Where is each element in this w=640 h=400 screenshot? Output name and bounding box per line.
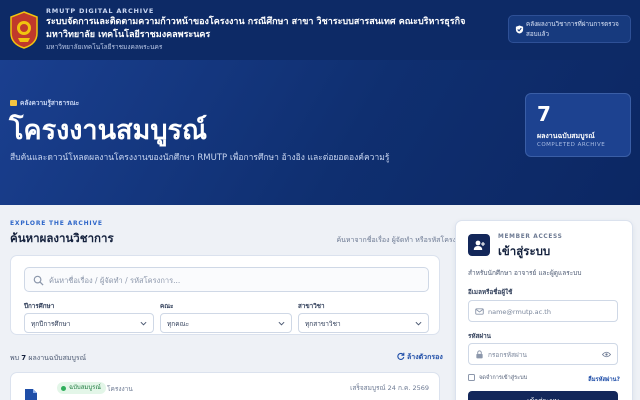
completed-count-label: ผลงานฉบับสมบูรณ์ xyxy=(537,132,595,140)
completed-count-card: 7 ผลงานฉบับสมบูรณ์ COMPLETED ARCHIVE xyxy=(525,93,631,157)
username-label: อีเมลหรือชื่อผู้ใช้ xyxy=(468,289,513,296)
username-field[interactable] xyxy=(468,300,618,322)
project-type: โครงงาน xyxy=(107,385,133,393)
user-add-icon xyxy=(473,240,485,250)
filter-major-value: ทุกสาขาวิชา xyxy=(305,320,341,328)
password-label: รหัสผ่าน xyxy=(468,333,491,340)
page-description: สืบค้นและดาวน์โหลดผลงานโครงงานของนักศึกษ… xyxy=(10,153,390,163)
archive-info-chip[interactable]: คลังผลงานวิชาการที่ผ่านการตรวจสอบแล้ว xyxy=(508,15,631,43)
refresh-icon xyxy=(397,352,405,360)
lock-icon xyxy=(476,350,483,359)
university-name: มหาวิทยาลัยเทคโนโลยีราชมงคลพระนคร xyxy=(46,43,163,51)
system-title[interactable]: ระบบจัดการและติดตามความก้าวหน้าของโครงงา… xyxy=(46,16,496,41)
completed-count-value: 7 xyxy=(537,102,551,126)
shield-check-icon xyxy=(515,25,524,34)
filter-faculty-value: ทุกคณะ xyxy=(167,320,190,328)
search-field[interactable] xyxy=(24,267,429,292)
result-count-value: 7 xyxy=(21,354,27,362)
chevron-down-icon xyxy=(278,321,285,326)
password-input[interactable] xyxy=(488,348,598,361)
remember-label: จดจำการเข้าสู่ระบบ xyxy=(479,375,528,381)
hero-banner: คลังความรู้สาธารณะ โครงงานสมบูรณ์ สืบค้น… xyxy=(0,60,640,205)
password-field[interactable] xyxy=(468,343,618,365)
filter-year-label: ปีการศึกษา xyxy=(24,303,55,310)
filter-faculty-label: คณะ xyxy=(160,303,174,310)
username-input[interactable] xyxy=(488,305,598,318)
archive-info-text: คลังผลงานวิชาการที่ผ่านการตรวจสอบแล้ว xyxy=(526,21,619,38)
search-filter-card: ปีการศึกษา ทุกปีการศึกษา คณะ ทุกคณะ สาขา… xyxy=(10,255,440,335)
forgot-password-link[interactable]: ลืมรหัสผ่าน? xyxy=(588,374,620,384)
completion-date: เสร็จสมบูรณ์ 24 ก.ค. 2569 xyxy=(350,384,429,392)
brand-tagline: RMUTP DIGITAL ARCHIVE xyxy=(46,7,155,15)
page-title: โครงงานสมบูรณ์ xyxy=(9,115,208,146)
hero-kicker: คลังความรู้สาธารณะ xyxy=(10,98,79,108)
remember-checkbox[interactable] xyxy=(468,374,475,381)
user-badge xyxy=(468,234,490,256)
login-description: สำหรับนักศึกษา อาจารย์ และผู้ดูแลระบบ xyxy=(468,269,582,277)
mail-icon xyxy=(475,308,484,315)
result-count-suffix: ผลงานฉบับสมบูรณ์ xyxy=(28,354,87,362)
reset-filters-link[interactable]: ล้างตัวกรอง xyxy=(397,352,443,363)
explore-hint: ค้นหาจากชื่อเรื่อง ผู้จัดทำ หรือรหัสโครง… xyxy=(336,236,468,244)
explore-kicker: EXPLORE THE ARCHIVE xyxy=(10,220,103,227)
filter-major-select[interactable]: ทุกสาขาวิชา xyxy=(298,313,429,333)
filter-year-value: ทุกปีการศึกษา xyxy=(31,320,71,328)
reset-filters-label: ล้างตัวกรอง xyxy=(407,353,443,361)
chevron-down-icon xyxy=(140,321,147,326)
hero-kicker-text: คลังความรู้สาธารณะ xyxy=(20,99,80,107)
explore-title: ค้นหาผลงานวิชาการ xyxy=(10,231,114,245)
filter-year-select[interactable]: ทุกปีการศึกษา xyxy=(24,313,154,333)
member-kicker: MEMBER ACCESS xyxy=(498,234,563,240)
login-title: เข้าสู่ระบบ xyxy=(498,244,551,258)
eye-icon[interactable] xyxy=(602,351,611,358)
university-seal-logo[interactable] xyxy=(9,11,39,49)
project-card[interactable]: ฉบับสมบูรณ์ โครงงาน เสร็จสมบูรณ์ 24 ก.ค.… xyxy=(10,372,440,400)
filter-major-label: สาขาวิชา xyxy=(298,303,325,310)
book-icon xyxy=(10,100,17,106)
document-icon xyxy=(25,389,37,400)
search-icon xyxy=(33,275,44,286)
login-button[interactable]: เข้าสู่ระบบ xyxy=(468,391,618,400)
login-card: MEMBER ACCESS เข้าสู่ระบบ สำหรับนักศึกษา… xyxy=(455,220,633,400)
search-input[interactable] xyxy=(49,272,419,288)
filter-faculty-select[interactable]: ทุกคณะ xyxy=(160,313,292,333)
result-count: พบ 7 ผลงานฉบับสมบูรณ์ xyxy=(10,353,86,364)
top-header: RMUTP DIGITAL ARCHIVE ระบบจัดการและติดตา… xyxy=(0,0,640,60)
status-badge: ฉบับสมบูรณ์ xyxy=(57,382,106,394)
result-count-prefix: พบ xyxy=(10,354,20,362)
completed-count-sublabel: COMPLETED ARCHIVE xyxy=(537,142,606,148)
chevron-down-icon xyxy=(415,321,422,326)
